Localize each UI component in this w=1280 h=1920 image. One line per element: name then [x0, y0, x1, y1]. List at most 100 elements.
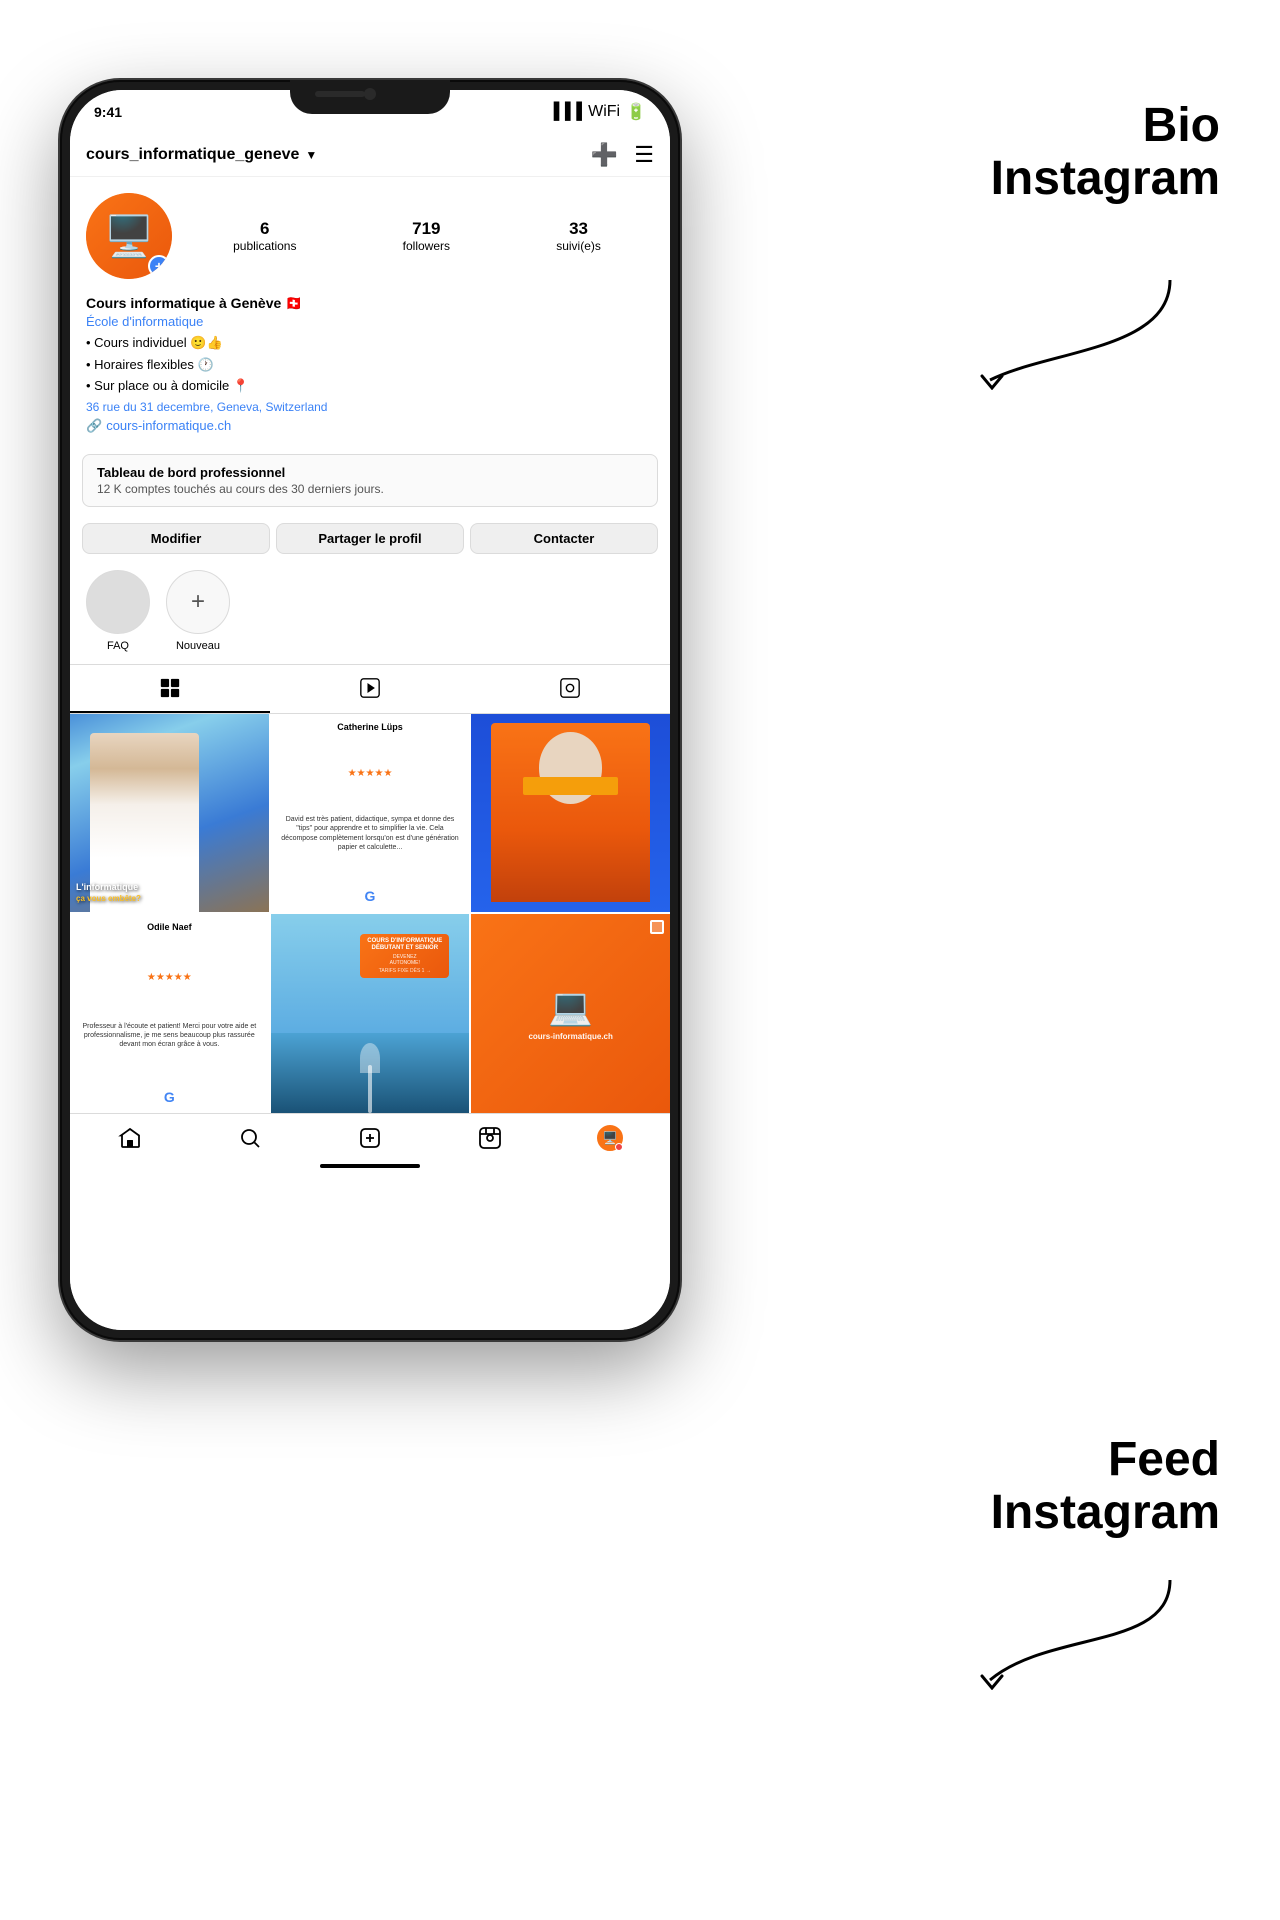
mascot-cell: 💻 cours-informatique.ch — [471, 914, 670, 1113]
feed-cell-2[interactable]: Catherine Lüps ★★★★★ David est très pati… — [271, 714, 470, 913]
phone-mockup: 9:41 ▐▐▐ WiFi 🔋 cours_informatique_genev… — [60, 80, 680, 1340]
nav-profile-avatar: 🖥️ — [597, 1125, 623, 1151]
avatar-add-story[interactable]: + — [148, 255, 170, 277]
feed-cell-3[interactable] — [471, 714, 670, 913]
battery-icon: 🔋 — [626, 102, 646, 122]
signal-icon: ▐▐▐ — [548, 103, 582, 121]
tagged-icon — [559, 677, 581, 699]
nav-search[interactable] — [230, 1122, 270, 1154]
bio-category[interactable]: École d'informatique — [86, 314, 654, 329]
website-url: cours-informatique.ch — [106, 418, 231, 433]
review-card-catherine: Catherine Lüps ★★★★★ David est très pati… — [271, 714, 470, 913]
profile-bio: Cours informatique à Genève 🇨🇭 École d'i… — [70, 287, 670, 446]
review-text-1: David est très patient, didactique, symp… — [279, 815, 462, 851]
status-icons: ▐▐▐ WiFi 🔋 — [548, 102, 646, 122]
bio-address[interactable]: 36 rue du 31 decembre, Geneva, Switzerla… — [86, 400, 654, 414]
bio-line2: • Horaires flexibles 🕐 — [86, 355, 654, 375]
menu-icon[interactable]: ☰ — [634, 142, 654, 168]
phone-notch — [290, 80, 450, 114]
nav-profile[interactable]: 🖥️ — [590, 1122, 630, 1154]
stars-2: ★★★★★ — [78, 972, 261, 983]
ig-username: cours_informatique_geneve — [86, 146, 299, 164]
feed-annotation-line2: Instagram — [991, 1487, 1220, 1540]
highlight-nouveau-label: Nouveau — [176, 640, 220, 652]
screen-content: cours_informatique_geneve ▼ ➕ ☰ — [70, 134, 670, 1330]
highlights-row: FAQ + Nouveau — [70, 562, 670, 664]
feed-cell-1[interactable]: ✓ L'informatique ça vous embête? — [70, 714, 269, 913]
modifier-button[interactable]: Modifier — [82, 523, 270, 554]
laptop-emoji: 💻 — [548, 986, 593, 1028]
highlight-faq-circle — [86, 570, 150, 634]
phone-frame: 9:41 ▐▐▐ WiFi 🔋 cours_informatique_genev… — [60, 80, 680, 1340]
highlight-nouveau-circle: + — [166, 570, 230, 634]
gallery-badge — [650, 920, 664, 934]
followers-count: 719 — [412, 219, 440, 239]
google-logo-1: G — [279, 888, 462, 904]
google-logo-2: G — [78, 1089, 261, 1105]
cell1-text: L'informatique ça vous embête? — [76, 882, 141, 904]
feed-cell-6[interactable]: 💻 cours-informatique.ch — [471, 914, 670, 1113]
feed-cell-4[interactable]: Odile Naef ★★★★★ Professeur à l'écoute e… — [70, 914, 269, 1113]
profile-stats-row: 🖥️ + 6 publications 719 — [86, 193, 654, 279]
feed-arrow — [970, 1570, 1190, 1690]
instagram-profile[interactable]: cours_informatique_geneve ▼ ➕ ☰ — [70, 134, 670, 1330]
home-icon — [118, 1126, 142, 1150]
feed-cell-5[interactable]: COURS D'INFORMATIQUEDÉBUTANT ET SENIOR D… — [271, 914, 470, 1113]
followers-label: followers — [403, 239, 450, 253]
reviewer-name-1: Catherine Lüps — [279, 722, 462, 732]
bio-annotation-line2: Instagram — [991, 153, 1220, 206]
stats-container: 6 publications 719 followers 33 suivi(e)… — [180, 219, 654, 253]
bio-annotation-line1: Bio — [991, 100, 1220, 153]
highlight-faq-label: FAQ — [107, 640, 129, 652]
phone-screen: 9:41 ▐▐▐ WiFi 🔋 cours_informatique_genev… — [70, 90, 670, 1330]
highlight-nouveau[interactable]: + Nouveau — [166, 570, 230, 652]
contacter-button[interactable]: Contacter — [470, 523, 658, 554]
feed-grid: ✓ L'informatique ça vous embête? — [70, 714, 670, 1113]
pro-dashboard-title: Tableau de bord professionnel — [97, 465, 643, 480]
publications-label: publications — [233, 239, 296, 253]
ig-header-icons[interactable]: ➕ ☰ — [591, 142, 654, 168]
reels-nav-icon — [478, 1126, 502, 1150]
bio-name: Cours informatique à Genève 🇨🇭 — [86, 295, 654, 312]
bottom-nav: 🖥️ — [70, 1113, 670, 1158]
review-card-odile: Odile Naef ★★★★★ Professeur à l'écoute e… — [70, 914, 269, 1113]
annotations: Bio Instagram Feed Instagram — [760, 0, 1220, 1920]
stat-followers[interactable]: 719 followers — [403, 219, 450, 253]
add-icon — [358, 1126, 382, 1150]
nav-home[interactable] — [110, 1122, 150, 1154]
chevron-down-icon: ▼ — [305, 148, 317, 162]
feed-annotation-line1: Feed — [991, 1434, 1220, 1487]
bio-annotation: Bio Instagram — [991, 100, 1220, 206]
bio-arrow — [970, 270, 1190, 390]
pro-dashboard[interactable]: Tableau de bord professionnel 12 K compt… — [82, 454, 658, 507]
publications-count: 6 — [260, 219, 269, 239]
ig-profile-tabs — [70, 664, 670, 714]
tab-reels[interactable] — [270, 665, 470, 713]
stat-publications[interactable]: 6 publications — [233, 219, 296, 253]
nav-add[interactable] — [350, 1122, 390, 1154]
stat-following[interactable]: 33 suivi(e)s — [556, 219, 601, 253]
tab-grid[interactable] — [70, 665, 270, 713]
nav-reels[interactable] — [470, 1122, 510, 1154]
highlight-faq[interactable]: FAQ — [86, 570, 150, 652]
reels-tab-icon — [359, 677, 381, 699]
ig-header: cours_informatique_geneve ▼ ➕ ☰ — [70, 134, 670, 177]
reviewer-name-2: Odile Naef — [78, 922, 261, 932]
fountain-image: COURS D'INFORMATIQUEDÉBUTANT ET SENIOR D… — [271, 914, 470, 1113]
partager-button[interactable]: Partager le profil — [276, 523, 464, 554]
profile-avatar[interactable]: 🖥️ + — [86, 193, 172, 279]
action-buttons: Modifier Partager le profil Contacter — [70, 515, 670, 562]
following-label: suivi(e)s — [556, 239, 601, 253]
profile-top: 🖥️ + 6 publications 719 — [70, 177, 670, 287]
stars-1: ★★★★★ — [279, 768, 462, 779]
grid-icon — [159, 677, 181, 699]
home-indicator — [320, 1164, 420, 1168]
nav-notification-dot — [615, 1143, 623, 1151]
feed-annotation: Feed Instagram — [991, 1434, 1220, 1540]
add-post-icon[interactable]: ➕ — [591, 142, 618, 168]
link-icon: 🔗 — [86, 418, 102, 434]
tab-tagged[interactable] — [470, 665, 670, 713]
bio-line1: • Cours individuel 🙂👍 — [86, 333, 654, 353]
bio-website[interactable]: 🔗 cours-informatique.ch — [86, 418, 654, 434]
status-time: 9:41 — [94, 104, 122, 120]
